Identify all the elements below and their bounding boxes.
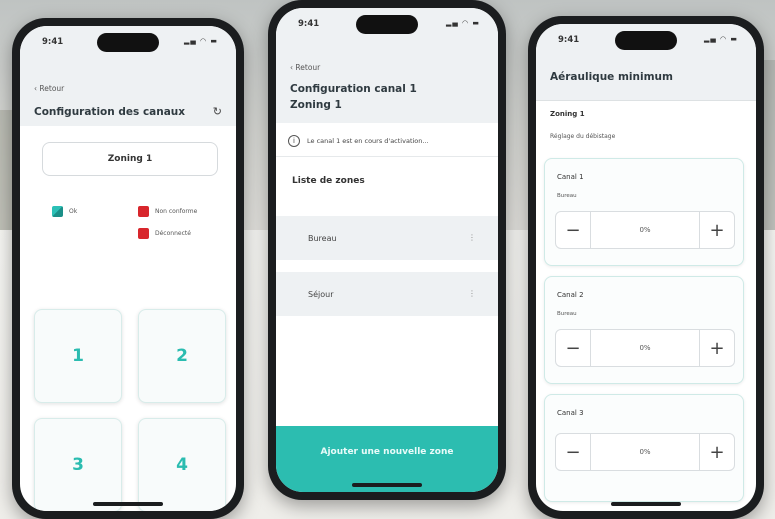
channel-tile-3[interactable]: 3 [34, 418, 122, 511]
minus-icon[interactable]: − [556, 434, 591, 470]
page-title: Configuration canal 1 Zoning 1 [290, 81, 417, 113]
phone-channel-config: 9:41 ▂▄ ◠ ▬ ‹ Retour Configuration des c… [12, 18, 244, 519]
back-button[interactable]: ‹ Retour [34, 84, 64, 93]
info-icon: i [288, 135, 300, 147]
home-indicator [93, 502, 163, 506]
canal-card-3: Canal 3 − 0% + [544, 394, 744, 502]
stepper-value[interactable]: 0% [591, 212, 699, 248]
more-options-icon[interactable]: ⋮ [468, 289, 476, 299]
zoning-selector-button[interactable]: Zoning 1 [42, 142, 218, 176]
airflow-stepper: − 0% + [555, 433, 735, 471]
zone-name: Bureau [308, 233, 337, 243]
page-title-line1: Configuration canal 1 [290, 83, 417, 95]
dynamic-island [97, 33, 159, 52]
legend-non-conforme: Non conforme [138, 206, 197, 217]
status-time: 9:41 [298, 19, 320, 29]
dynamic-island [615, 31, 677, 50]
phone-airflow-min: 9:41 ▂▄ ◠ ▬ Aéraulique minimum Zoning 1 … [528, 16, 764, 519]
page-title: Configuration des canaux [34, 106, 186, 118]
airflow-stepper: − 0% + [555, 211, 735, 249]
status-time: 9:41 [558, 35, 580, 45]
home-indicator [611, 502, 681, 506]
back-button[interactable]: ‹ Retour [290, 63, 320, 72]
minus-icon[interactable]: − [556, 330, 591, 366]
legend-ok: Ok [52, 206, 77, 217]
zone-row-bureau[interactable]: Bureau ⋮ [276, 216, 498, 260]
screen: 9:41 ▂▄ ◠ ▬ ‹ Retour Configuration des c… [20, 26, 236, 511]
page-title: Aéraulique minimum [550, 71, 673, 83]
refresh-icon[interactable]: ↻ [213, 105, 222, 118]
more-options-icon[interactable]: ⋮ [468, 233, 476, 243]
dynamic-island [356, 15, 418, 34]
canal-name: Canal 1 [557, 173, 584, 181]
deconnecte-icon [138, 228, 149, 239]
canal-room: Bureau [557, 193, 577, 199]
home-indicator [352, 483, 422, 487]
plus-icon[interactable]: + [699, 212, 734, 248]
plus-icon[interactable]: + [699, 330, 734, 366]
phone-canal-config: 9:41 ▂▄ ◠ ▬ ‹ Retour Configuration canal… [268, 0, 506, 500]
zone-name: Séjour [308, 289, 334, 299]
minus-icon[interactable]: − [556, 212, 591, 248]
zones-list-title: Liste de zones [292, 176, 365, 186]
canal-room: Bureau [557, 311, 577, 317]
channel-tile-2[interactable]: 2 [138, 309, 226, 403]
stepper-value[interactable]: 0% [591, 330, 699, 366]
canal-name: Canal 3 [557, 409, 584, 417]
legend-ok-label: Ok [69, 208, 78, 215]
legend-non-conforme-label: Non conforme [155, 208, 198, 215]
ok-icon [52, 206, 63, 217]
page-title-line2: Zoning 1 [290, 99, 342, 111]
canal-card-1: Canal 1 Bureau − 0% + [544, 158, 744, 266]
airflow-stepper: − 0% + [555, 329, 735, 367]
screen: 9:41 ▂▄ ◠ ▬ Aéraulique minimum Zoning 1 … [536, 24, 756, 511]
status-icons: ▂▄ ◠ ▬ [184, 37, 218, 45]
info-banner: i Le canal 1 est en cours d'activation..… [276, 126, 498, 157]
screen: 9:41 ▂▄ ◠ ▬ ‹ Retour Configuration canal… [276, 8, 498, 492]
info-text: Le canal 1 est en cours d'activation... [307, 137, 429, 145]
canal-card-2: Canal 2 Bureau − 0% + [544, 276, 744, 384]
zone-row-sejour[interactable]: Séjour ⋮ [276, 272, 498, 316]
stepper-value[interactable]: 0% [591, 434, 699, 470]
channel-tile-1[interactable]: 1 [34, 309, 122, 403]
status-icons: ▂▄ ◠ ▬ [704, 35, 738, 43]
plus-icon[interactable]: + [699, 434, 734, 470]
channel-tile-4[interactable]: 4 [138, 418, 226, 511]
status-time: 9:41 [42, 37, 64, 47]
zone-label: Zoning 1 [550, 110, 585, 118]
legend-deconnecte-label: Déconnecté [155, 230, 191, 237]
settings-subtitle: Réglage du débistage [550, 133, 616, 140]
non-conforme-icon [138, 206, 149, 217]
status-icons: ▂▄ ◠ ▬ [446, 19, 480, 27]
canal-name: Canal 2 [557, 291, 584, 299]
legend-deconnecte: Déconnecté [138, 228, 191, 239]
